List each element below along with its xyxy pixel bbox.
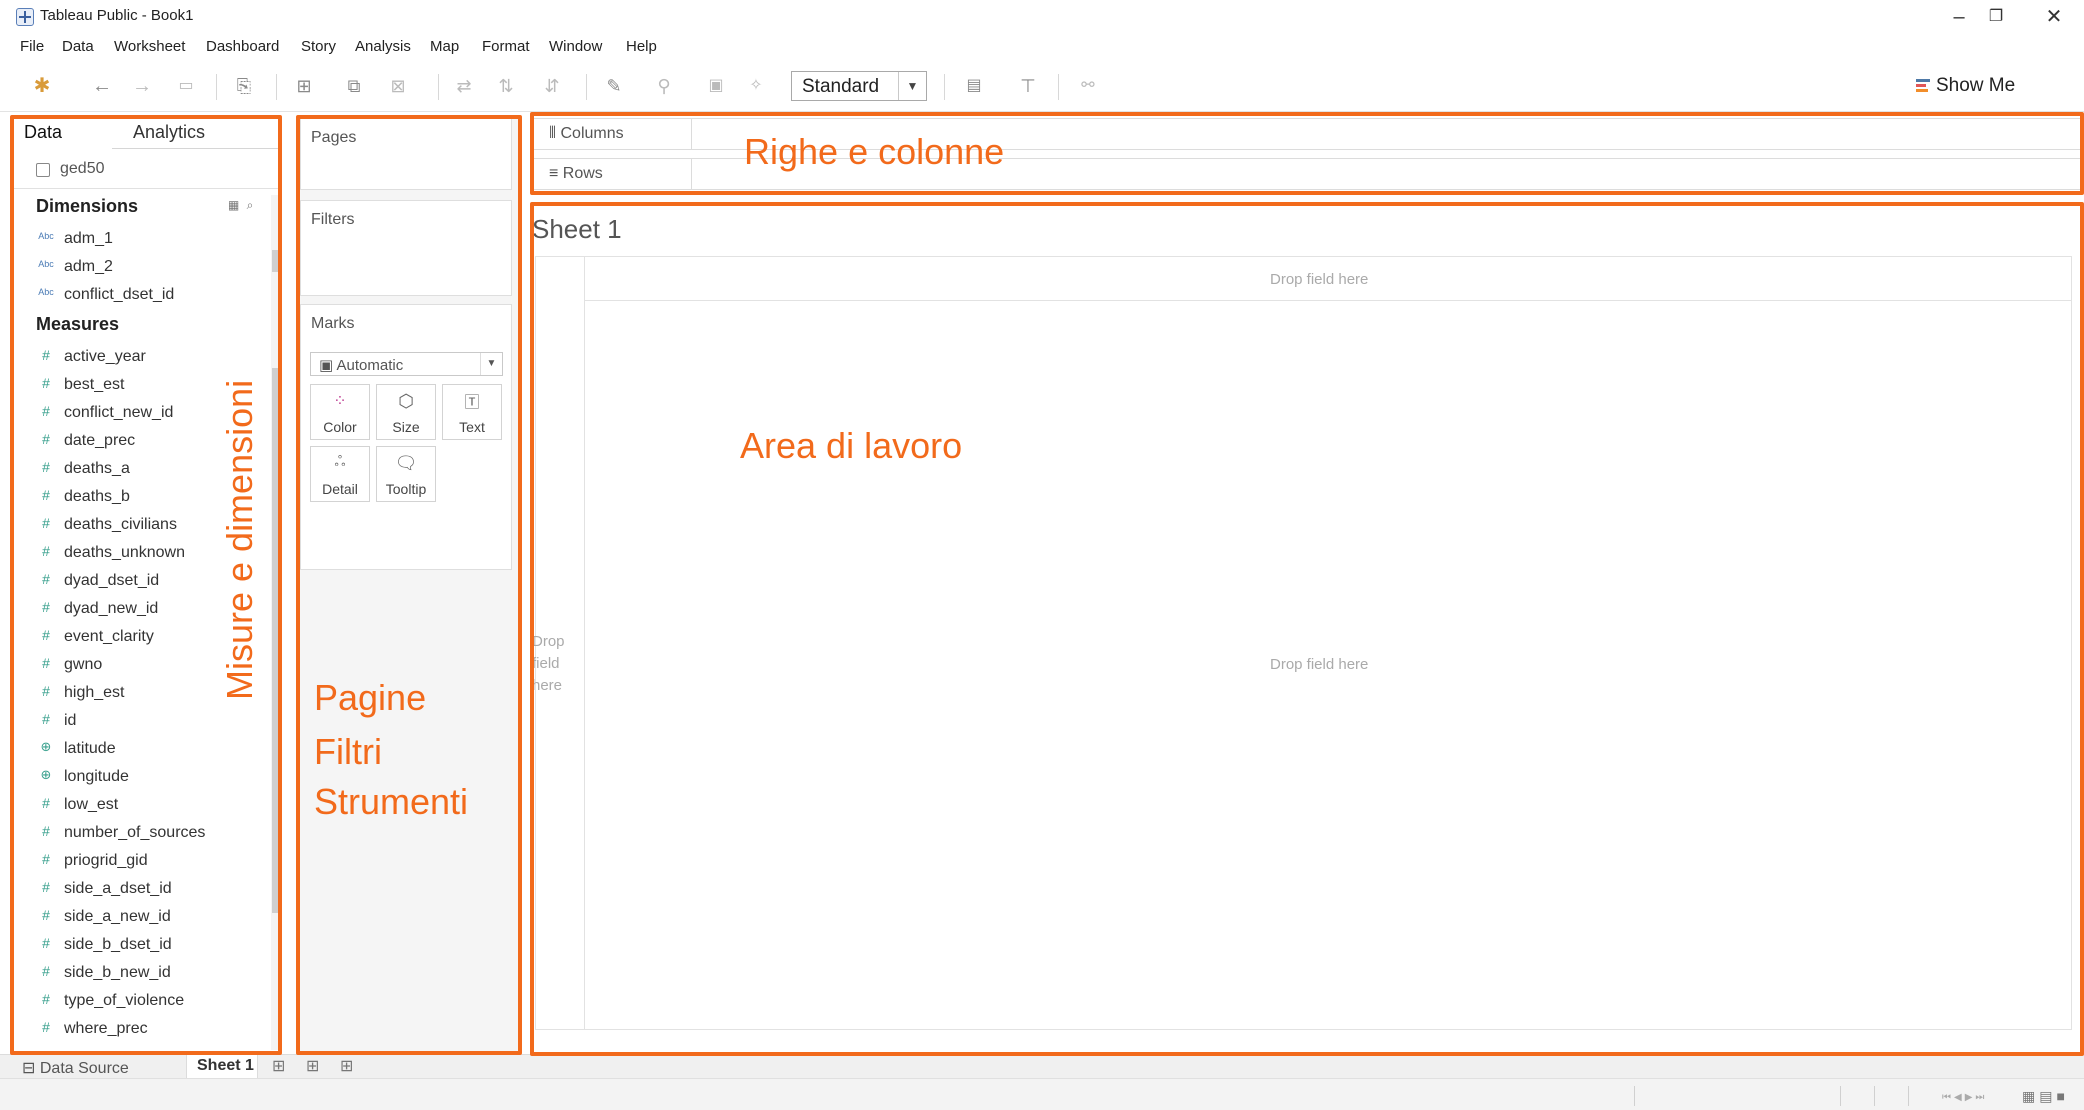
menu-dashboard[interactable]: Dashboard: [206, 38, 279, 55]
menu-analysis[interactable]: Analysis: [355, 38, 411, 55]
view-mode-icon[interactable]: ▦▤■: [2022, 1088, 2069, 1105]
annotation-box-cards: [296, 115, 522, 1055]
restore-button[interactable]: ❐: [1966, 2, 2026, 32]
annotation-pages: Pagine: [314, 677, 427, 718]
toolbar-separator: [944, 74, 945, 100]
menu-bar: File Data Worksheet Dashboard Story Anal…: [0, 34, 2084, 60]
annotation-workspace: Area di lavoro: [740, 425, 963, 466]
show-cards-icon[interactable]: ▤: [960, 72, 988, 100]
menu-data[interactable]: Data: [62, 38, 94, 55]
sheet-tab[interactable]: Sheet 1: [186, 1054, 258, 1078]
status-separator: [1874, 1086, 1875, 1106]
toolbar-separator: [1058, 74, 1059, 100]
status-bar: [0, 1078, 2084, 1110]
highlight-icon[interactable]: ✎: [600, 72, 628, 100]
sheet-tab-label: Sheet 1: [197, 1057, 254, 1074]
share-icon[interactable]: ⚯: [1074, 72, 1102, 100]
undo-icon[interactable]: ←: [88, 72, 116, 100]
presentation-icon[interactable]: ⊤: [1014, 72, 1042, 100]
show-me-icon: [1916, 79, 1930, 93]
data-source-tab[interactable]: ⊟ Data Source: [22, 1058, 129, 1078]
redo-icon[interactable]: →: [128, 72, 156, 100]
label-icon[interactable]: ▣: [702, 72, 730, 100]
fit-select-value: Standard: [802, 76, 880, 97]
title-bar: Tableau Public - Book1 – ❐ ✕: [0, 0, 2084, 34]
tableau-app-icon: [16, 8, 34, 26]
new-dashboard-tab-icon[interactable]: ⊞: [306, 1056, 319, 1076]
save-icon[interactable]: ▭: [172, 72, 200, 100]
annotation-tools: Strumenti: [314, 781, 469, 822]
annotation-filters: Filtri: [314, 731, 382, 772]
annotation-box-worksheet: [530, 202, 2084, 1056]
window-title: Tableau Public - Book1: [40, 7, 194, 24]
new-worksheet-icon[interactable]: ⊞: [290, 72, 318, 100]
menu-story[interactable]: Story: [301, 38, 336, 55]
status-separator: [1908, 1086, 1909, 1106]
menu-worksheet[interactable]: Worksheet: [114, 38, 185, 55]
menu-file[interactable]: File: [20, 38, 44, 55]
annotation-measures-dimensions: Misure e dimensioni: [219, 379, 260, 700]
data-source-tab-label: Data Source: [39, 1060, 129, 1077]
swap-icon[interactable]: ⇄: [450, 72, 478, 100]
new-story-tab-icon[interactable]: ⊞: [340, 1056, 353, 1076]
menu-window[interactable]: Window: [549, 38, 602, 55]
toolbar: ✱ ← → ▭ ⎘ ⊞ ⧉ ⊠ ⇄ ⇅ ⇵ ✎ ⚲ ▣ ✧ Standard ▼…: [0, 62, 2084, 112]
tableau-logo-icon[interactable]: ✱: [28, 72, 56, 100]
close-button[interactable]: ✕: [2024, 2, 2084, 32]
chevron-down-icon: ▼: [898, 72, 926, 100]
fit-select[interactable]: Standard ▼: [791, 71, 927, 101]
toolbar-separator: [586, 74, 587, 100]
toolbar-separator: [216, 74, 217, 100]
status-separator: [1840, 1086, 1841, 1106]
menu-format[interactable]: Format: [482, 38, 530, 55]
toolbar-separator: [438, 74, 439, 100]
toolbar-separator: [276, 74, 277, 100]
status-separator: [1634, 1086, 1635, 1106]
show-me-label: Show Me: [1936, 75, 2016, 96]
new-datasource-icon[interactable]: ⎘: [230, 72, 258, 100]
sheet-navigation-icon[interactable]: ⏮◀▶⏭: [1942, 1092, 1987, 1103]
group-icon[interactable]: ⚲: [650, 72, 678, 100]
sort-ascending-icon[interactable]: ⇅: [492, 72, 520, 100]
annotation-rows-columns: Righe e colonne: [744, 131, 1005, 172]
clear-icon[interactable]: ⊠: [384, 72, 412, 100]
sort-descending-icon[interactable]: ⇵: [538, 72, 566, 100]
fix-axes-icon[interactable]: ✧: [742, 72, 770, 100]
duplicate-icon[interactable]: ⧉: [340, 72, 368, 100]
new-worksheet-tab-icon[interactable]: ⊞: [272, 1056, 285, 1076]
menu-help[interactable]: Help: [626, 38, 657, 55]
menu-map[interactable]: Map: [430, 38, 459, 55]
